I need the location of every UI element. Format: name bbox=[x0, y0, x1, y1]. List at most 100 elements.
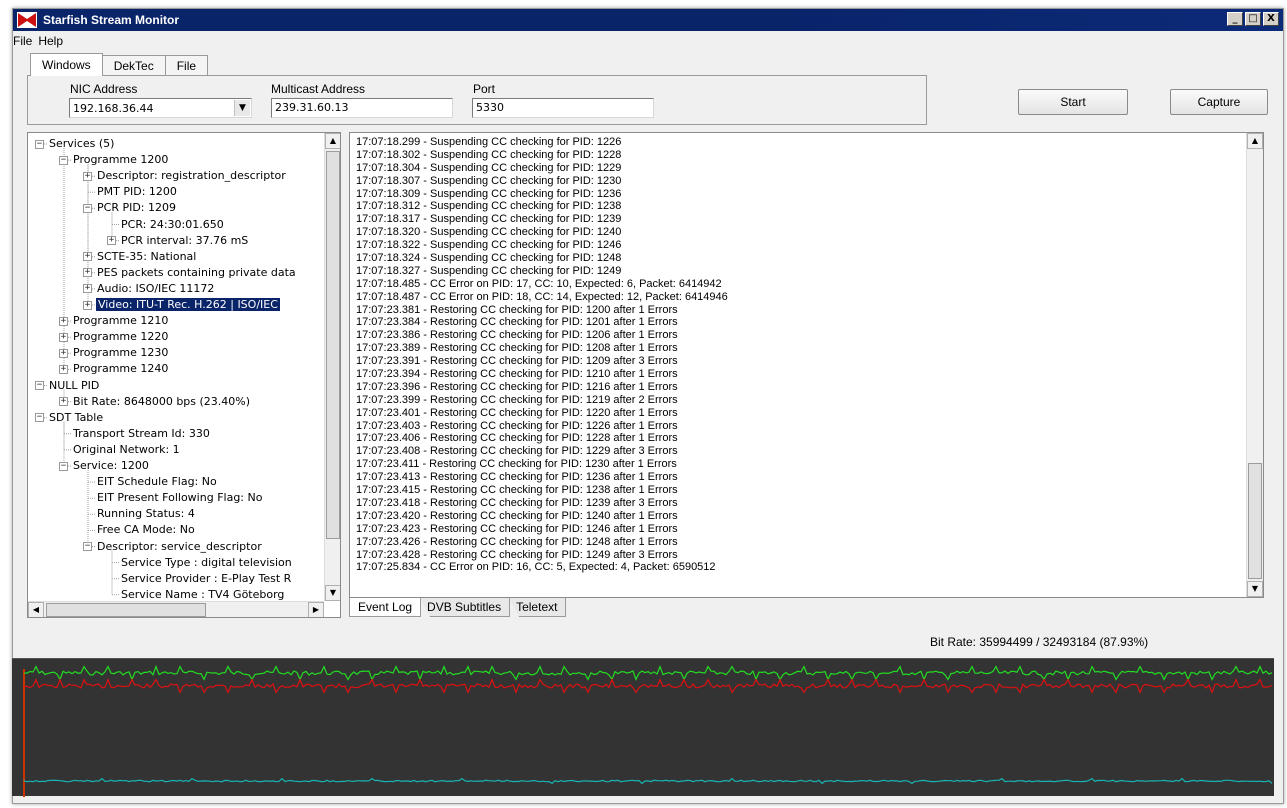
multicast-address-input[interactable]: 239.31.60.13 bbox=[271, 98, 453, 118]
tree-node[interactable]: Descriptor: service_descriptor bbox=[96, 539, 263, 555]
collapse-icon[interactable]: − bbox=[35, 413, 44, 423]
tree-node[interactable]: EIT Present Following Flag: No bbox=[96, 490, 263, 506]
tree-node[interactable]: Programme 1220 bbox=[72, 329, 169, 345]
expand-icon[interactable]: + bbox=[83, 300, 92, 310]
tree-node[interactable]: SCTE-35: National bbox=[96, 249, 197, 265]
tree-node[interactable]: EIT Schedule Flag: No bbox=[96, 474, 218, 490]
expand-icon[interactable]: + bbox=[59, 348, 68, 358]
log-line: 17:07:18.312 - Suspending CC checking fo… bbox=[356, 200, 622, 213]
port-input[interactable]: 5330 bbox=[472, 98, 654, 118]
expand-icon[interactable]: + bbox=[83, 252, 92, 262]
log-scroll-down-icon[interactable]: ▼ bbox=[1247, 581, 1263, 597]
log-line: 17:07:18.302 - Suspending CC checking fo… bbox=[356, 148, 622, 161]
tree-node-label: PES packets containing private data bbox=[97, 265, 296, 279]
tab-windows[interactable]: Windows bbox=[30, 53, 103, 76]
tree-node[interactable]: Descriptor: registration_descriptor bbox=[96, 168, 287, 184]
cyan-trace bbox=[23, 777, 1273, 785]
tab-file[interactable]: File bbox=[164, 55, 209, 75]
tree-node-label: Running Status: 4 bbox=[97, 507, 195, 521]
collapse-icon[interactable]: − bbox=[35, 381, 44, 390]
service-tree[interactable]: Services (5) − Programme 1200− Descriptor: … bbox=[27, 132, 341, 618]
expand-icon[interactable]: + bbox=[83, 171, 92, 181]
log-line: 17:07:25.834 - CC Error on PID: 16, CC: … bbox=[356, 561, 716, 574]
log-scroll-up-icon[interactable]: ▲ bbox=[1247, 133, 1263, 149]
tree-node[interactable]: Running Status: 4 bbox=[96, 506, 196, 522]
tree-vertical-scrollbar[interactable]: ▲ ▼ bbox=[324, 133, 340, 601]
tree-node[interactable]: Programme 1240 bbox=[72, 361, 169, 377]
log-line: 17:07:18.299 - Suspending CC checking fo… bbox=[356, 136, 622, 148]
tree-node[interactable]: PMT PID: 1200 bbox=[96, 184, 178, 200]
menu-file[interactable]: File bbox=[13, 32, 38, 50]
tree-node[interactable]: Programme 1210 bbox=[72, 313, 169, 329]
tree-node[interactable]: NULL PID bbox=[48, 378, 100, 394]
tree-node[interactable]: Free CA Mode: No bbox=[96, 522, 196, 538]
title-bar[interactable]: Starfish Stream Monitor _ □ X bbox=[13, 9, 1283, 31]
log-line: 17:07:18.317 - Suspending CC checking fo… bbox=[356, 213, 622, 226]
tab-event-log[interactable]: Event Log bbox=[349, 598, 422, 617]
expand-icon[interactable]: + bbox=[107, 236, 116, 246]
log-line: 17:07:23.423 - Restoring CC checking for… bbox=[356, 522, 678, 535]
expand-icon[interactable]: + bbox=[59, 332, 68, 342]
tree-node-label: PMT PID: 1200 bbox=[97, 185, 177, 199]
scroll-up-icon[interactable]: ▲ bbox=[325, 133, 340, 149]
tree-hscroll-thumb[interactable] bbox=[46, 603, 206, 617]
nic-address-select[interactable]: 192.168.36.44 ▼ bbox=[69, 98, 252, 118]
log-line: 17:07:23.406 - Restoring CC checking for… bbox=[356, 432, 678, 445]
tree-node[interactable]: Audio: ISO/IEC 11172 bbox=[96, 281, 215, 297]
tree-node[interactable]: PES packets containing private data bbox=[96, 265, 297, 281]
tree-horizontal-scrollbar[interactable]: ◀ ▶ bbox=[28, 601, 324, 617]
expand-icon[interactable]: + bbox=[59, 316, 68, 326]
tree-node[interactable]: Original Network: 1 bbox=[72, 442, 181, 458]
log-scroll-thumb[interactable] bbox=[1248, 463, 1262, 579]
maximize-button[interactable]: □ bbox=[1245, 12, 1261, 26]
menu-help[interactable]: Help bbox=[38, 32, 69, 50]
tree-node[interactable]: Bit Rate: 8648000 bps (23.40%) bbox=[72, 394, 251, 410]
scroll-right-icon[interactable]: ▶ bbox=[308, 602, 324, 617]
tree-node[interactable]: PCR PID: 1209 bbox=[96, 200, 177, 216]
scroll-left-icon[interactable]: ◀ bbox=[28, 602, 44, 617]
tree-node-label: Programme 1220 bbox=[73, 330, 169, 344]
tree-node[interactable]: PCR interval: 37.76 mS bbox=[120, 233, 249, 249]
tab-teletext[interactable]: Teletext bbox=[509, 598, 567, 617]
tree-node[interactable]: Video: ITU-T Rec. H.262 | ISO/IEC bbox=[96, 297, 280, 313]
tree-node[interactable]: SDT Table bbox=[48, 410, 104, 426]
log-line: 17:07:23.396 - Restoring CC checking for… bbox=[356, 380, 678, 393]
tab-dektec[interactable]: DekTec bbox=[101, 55, 166, 75]
log-vertical-scrollbar[interactable]: ▲ ▼ bbox=[1246, 133, 1263, 597]
collapse-icon[interactable]: − bbox=[35, 139, 44, 149]
event-log-pane[interactable]: 17:07:18.299 - Suspending CC checking fo… bbox=[349, 132, 1264, 598]
expand-icon[interactable]: + bbox=[59, 397, 68, 407]
log-line: 17:07:23.399 - Restoring CC checking for… bbox=[356, 393, 678, 406]
tab-dvb-subtitles[interactable]: DVB Subtitles bbox=[420, 598, 511, 617]
log-line: 17:07:18.320 - Suspending CC checking fo… bbox=[356, 226, 622, 239]
log-line: 17:07:23.420 - Restoring CC checking for… bbox=[356, 509, 678, 522]
capture-button[interactable]: Capture bbox=[1170, 89, 1268, 115]
collapse-icon[interactable]: − bbox=[83, 542, 92, 551]
tree-node-label: EIT Present Following Flag: No bbox=[97, 491, 263, 505]
close-button[interactable]: X bbox=[1263, 12, 1279, 26]
minimize-button[interactable]: _ bbox=[1227, 12, 1243, 26]
collapse-icon[interactable]: − bbox=[83, 203, 92, 213]
tree-node[interactable]: Service Type : digital television bbox=[120, 555, 293, 571]
scroll-down-icon[interactable]: ▼ bbox=[325, 585, 340, 601]
tree-node[interactable]: Service Provider : E-Play Test R bbox=[120, 571, 292, 587]
collapse-icon[interactable]: − bbox=[59, 461, 68, 471]
log-line: 17:07:18.485 - CC Error on PID: 17, CC: … bbox=[356, 277, 722, 290]
tree-node-label: PCR PID: 1209 bbox=[97, 201, 176, 215]
tree-node[interactable]: Programme 1200 bbox=[72, 152, 169, 168]
tree-node[interactable]: PCR: 24:30:01.650 bbox=[120, 217, 225, 233]
tree-node[interactable]: Service: 1200 bbox=[72, 458, 150, 474]
expand-icon[interactable]: + bbox=[83, 268, 92, 278]
expand-icon[interactable]: + bbox=[59, 364, 68, 374]
log-line: 17:07:23.426 - Restoring CC checking for… bbox=[356, 535, 678, 548]
start-button[interactable]: Start bbox=[1018, 89, 1128, 115]
expand-icon[interactable]: + bbox=[83, 284, 92, 294]
tree-scroll-thumb[interactable] bbox=[326, 151, 340, 539]
tree-node[interactable]: Programme 1230 bbox=[72, 345, 169, 361]
collapse-icon[interactable]: − bbox=[59, 155, 68, 165]
tree-node-label: Service Provider : E-Play Test R bbox=[121, 571, 292, 585]
chevron-down-icon[interactable]: ▼ bbox=[234, 100, 250, 116]
multicast-address-label: Multicast Address bbox=[271, 82, 366, 96]
tree-node[interactable]: Transport Stream Id: 330 bbox=[72, 426, 211, 442]
tree-node[interactable]: Services (5) bbox=[48, 136, 115, 152]
